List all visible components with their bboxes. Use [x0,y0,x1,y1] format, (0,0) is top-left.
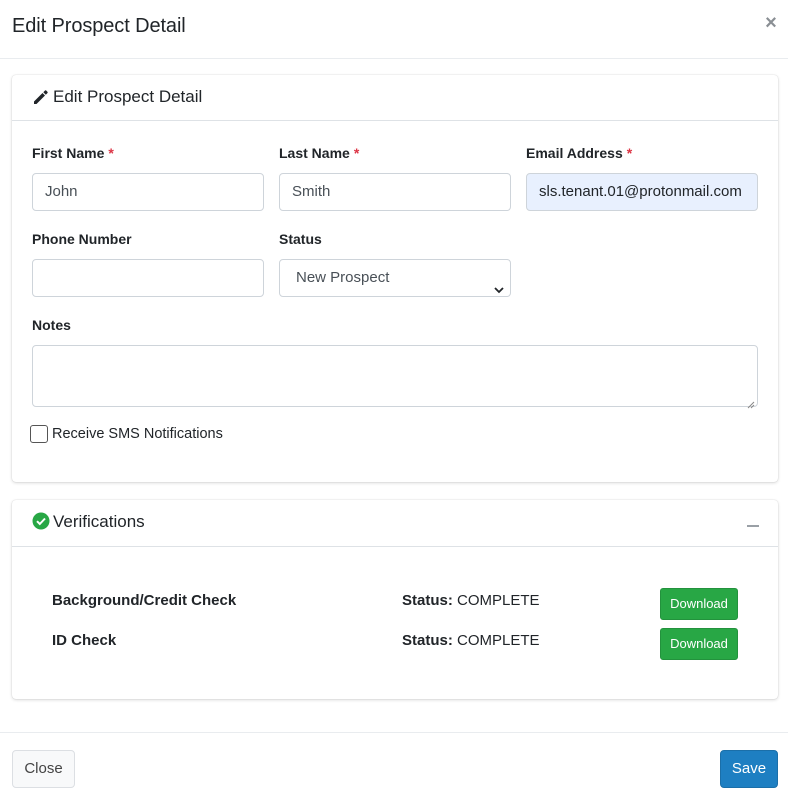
prospect-detail-card-header: Edit Prospect Detail [12,75,778,121]
card-title: Edit Prospect Detail [53,87,203,106]
edit-prospect-modal: Edit Prospect Detail × Edit Prospect Det… [0,0,788,798]
save-button[interactable]: Save [720,750,778,788]
modal-title: Edit Prospect Detail [12,15,186,37]
notes-textarea[interactable] [32,345,758,409]
required-marker: * [626,145,633,161]
chevron-down-icon [494,273,504,294]
verification-name: Background/Credit Check [52,592,237,609]
download-button[interactable]: Download [660,628,738,660]
modal-footer: Close Save [0,732,788,798]
status-select[interactable]: New Prospect [279,259,511,297]
phone-label: Phone Number [32,231,132,247]
check-circle-icon [32,512,50,535]
last-name-input[interactable]: Smith [279,173,511,211]
close-button[interactable]: Close [12,750,75,788]
first-name-input[interactable]: John [32,173,264,211]
email-label: Email Address * [526,145,633,161]
collapse-minus-icon[interactable] [746,516,760,530]
close-icon[interactable]: × [762,13,780,33]
first-name-label: First Name * [32,145,114,161]
modal-header: Edit Prospect Detail × [0,0,788,59]
status-selected-value: New Prospect [296,269,390,286]
prospect-detail-card: Edit Prospect Detail First Name * Last Na… [12,75,778,482]
sms-notifications-label[interactable]: Receive SMS Notifications [52,426,223,442]
verifications-card-header: Verifications [12,500,778,547]
last-name-label: Last Name * [279,145,360,161]
required-marker: * [108,145,114,161]
resize-handle-icon[interactable] [747,396,755,409]
sms-notifications-checkbox[interactable] [30,425,48,443]
verifications-card: Verifications Background/Credit Check St… [12,500,778,699]
verification-name: ID Check [52,632,117,649]
required-marker: * [353,145,360,161]
pencil-icon [32,88,50,111]
email-input[interactable]: sls.tenant.01@protonmail.com [526,173,758,211]
verification-status: Status: COMPLETE [402,592,540,609]
status-label: Status [279,231,322,247]
phone-input[interactable] [32,259,264,297]
notes-label: Notes [32,317,71,333]
download-button[interactable]: Download [660,588,738,620]
card-title: Verifications [53,512,145,531]
verification-status: Status: COMPLETE [402,632,540,649]
